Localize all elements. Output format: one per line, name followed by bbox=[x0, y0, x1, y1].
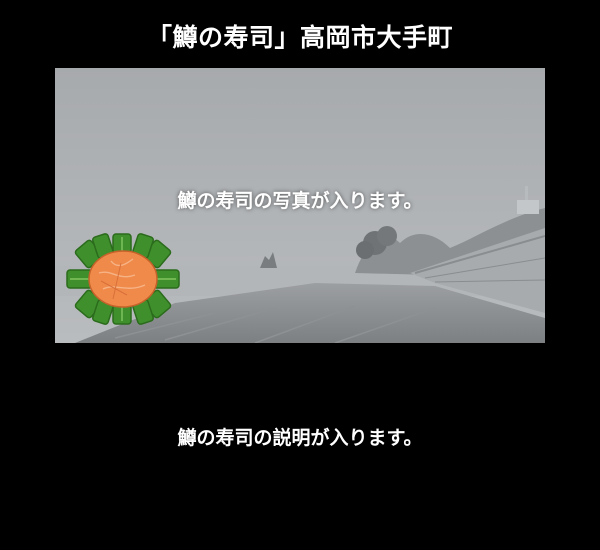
photo-caption-highlight: 鱒の寿司 bbox=[175, 186, 256, 215]
description-highlight: 鱒の寿司 bbox=[175, 423, 256, 452]
page: 「鱒の寿司」高岡市大手町 鱒の寿司の写真が入ります。 鱒の寿司の説明が入ります。 bbox=[0, 0, 600, 550]
photo-caption-rest: の写真が入ります。 bbox=[253, 190, 423, 212]
photo-placeholder: 鱒の寿司の写真が入ります。 bbox=[55, 68, 545, 343]
sushi-description: 鱒の寿司の説明が入ります。 bbox=[0, 423, 600, 452]
page-title: 「鱒の寿司」高岡市大手町 bbox=[146, 23, 453, 52]
photo-caption: 鱒の寿司の写真が入ります。 bbox=[55, 186, 545, 215]
description-rest: の説明が入ります。 bbox=[253, 427, 423, 449]
photo-caption-highlight-text: 鱒の寿司 bbox=[177, 190, 254, 212]
masu-sushi-icon bbox=[66, 233, 180, 325]
description-highlight-text: 鱒の寿司 bbox=[177, 427, 254, 449]
